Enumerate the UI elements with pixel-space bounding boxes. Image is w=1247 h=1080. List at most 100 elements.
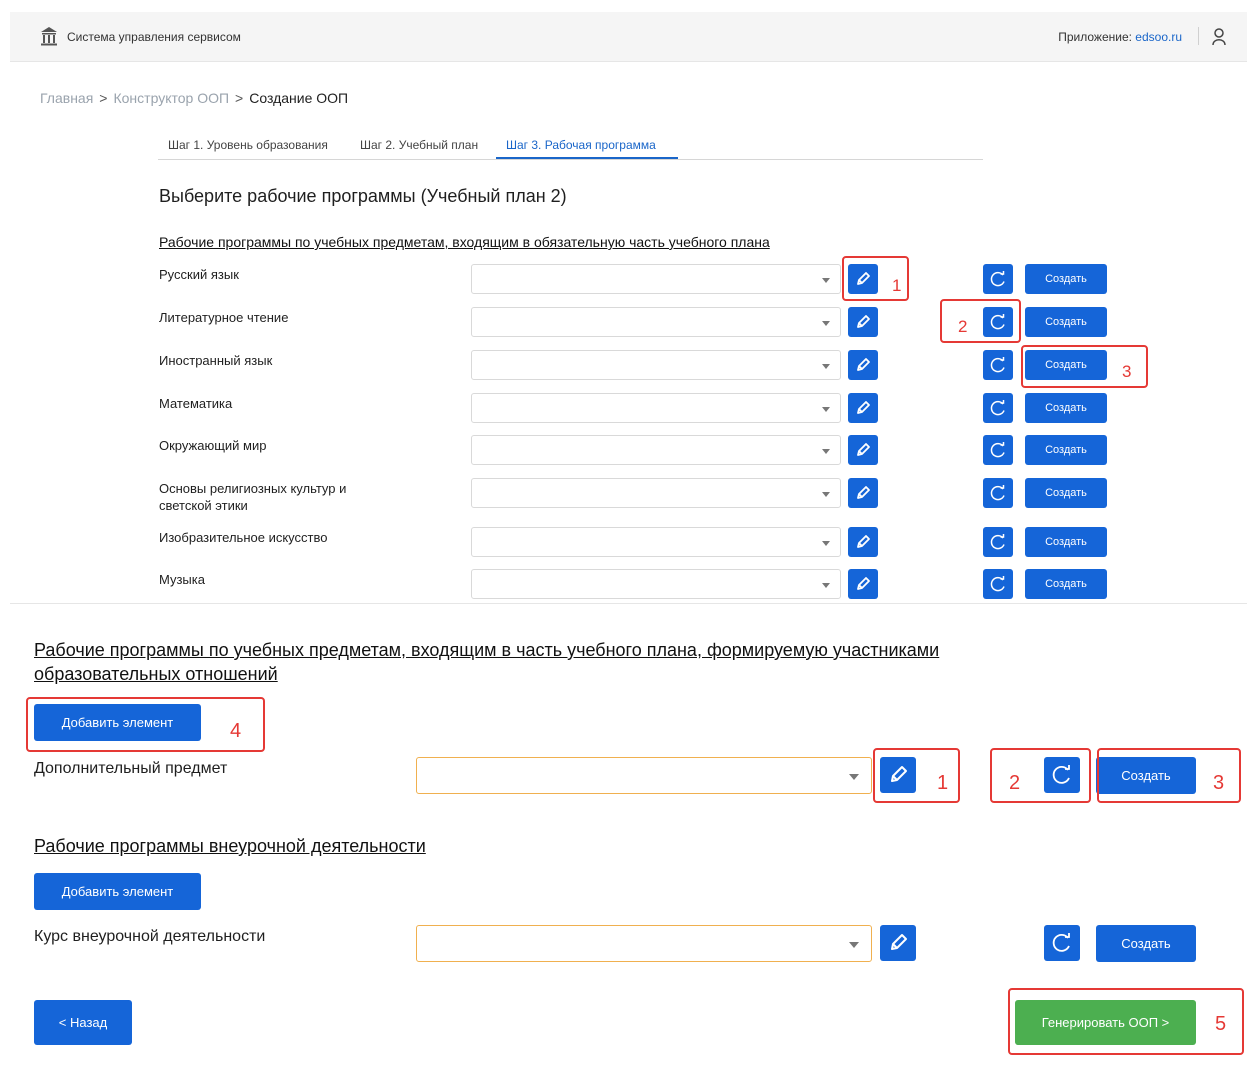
refresh-icon	[990, 485, 1005, 501]
pencil-icon	[857, 401, 870, 414]
program-select[interactable]	[471, 393, 841, 423]
annotation-number: 2	[1009, 772, 1021, 794]
create-button[interactable]: Создать	[1096, 925, 1196, 962]
refresh-button[interactable]	[983, 264, 1013, 294]
create-button[interactable]: Создать	[1025, 264, 1107, 294]
chevron-down-icon	[822, 321, 830, 326]
pencil-icon	[857, 486, 870, 499]
edit-button[interactable]	[848, 350, 878, 380]
tab-step-3[interactable]: Шаг 3. Рабочая программа	[506, 138, 656, 152]
chevron-down-icon	[822, 541, 830, 546]
add-element-button[interactable]: Добавить элемент	[34, 873, 201, 910]
extracurricular-course-select[interactable]	[416, 925, 872, 962]
program-select[interactable]	[471, 264, 841, 294]
pencil-icon	[857, 358, 870, 371]
formed-section-title: Рабочие программы по учебных предметам, …	[34, 640, 940, 684]
annotation-number: 2	[958, 317, 968, 336]
edit-button[interactable]	[848, 527, 878, 557]
annotation-number: 1	[937, 772, 949, 794]
chevron-down-icon	[822, 449, 830, 454]
pencil-icon	[891, 934, 907, 950]
user-icon[interactable]	[1211, 27, 1227, 47]
refresh-button[interactable]	[983, 435, 1013, 465]
extracurricular-section-title: Рабочие программы внеурочной деятельност…	[34, 836, 426, 856]
active-tab-indicator	[496, 157, 678, 159]
edit-button[interactable]	[848, 478, 878, 508]
annotation-box	[940, 299, 1021, 343]
refresh-icon	[990, 534, 1005, 550]
edit-button[interactable]	[848, 307, 878, 337]
chevron-down-icon	[849, 942, 859, 948]
chevron-down-icon	[822, 278, 830, 283]
subject-label: Литературное чтение	[159, 310, 289, 325]
program-select[interactable]	[471, 527, 841, 557]
tab-step-1[interactable]: Шаг 1. Уровень образования	[168, 138, 328, 152]
chevron-down-icon	[822, 407, 830, 412]
create-button[interactable]: Создать	[1025, 569, 1107, 599]
pencil-icon	[857, 577, 870, 590]
edit-button[interactable]	[848, 435, 878, 465]
breadcrumb-constructor[interactable]: Конструктор ООП	[113, 90, 229, 106]
additional-subject-select[interactable]	[416, 757, 872, 794]
subject-label: Иностранный язык	[159, 353, 273, 368]
back-button[interactable]: < Назад	[34, 1000, 132, 1045]
create-button[interactable]: Создать	[1025, 527, 1107, 557]
refresh-icon	[990, 442, 1005, 458]
subject-label: Музыка	[159, 572, 205, 587]
page-title: Выберите рабочие программы (Учебный план…	[159, 186, 567, 206]
refresh-button[interactable]	[983, 350, 1013, 380]
refresh-button[interactable]	[983, 478, 1013, 508]
mandatory-section-title: Рабочие программы по учебных предметам, …	[159, 234, 770, 250]
create-button[interactable]: Создать	[1025, 393, 1107, 423]
subject-label: Окружающий мир	[159, 438, 267, 453]
app-info: Приложение: edsoo.ru	[1058, 30, 1182, 44]
extracurricular-course-label: Курс внеурочной деятельности	[34, 928, 266, 945]
top-bar: Система управления сервисом Приложение: …	[10, 12, 1247, 62]
step-tabs: Шаг 1. Уровень образования Шаг 2. Учебны…	[158, 134, 983, 160]
program-select[interactable]	[471, 307, 841, 337]
refresh-icon	[990, 357, 1005, 373]
subject-label: Русский язык	[159, 267, 239, 282]
refresh-button[interactable]	[983, 569, 1013, 599]
app-name: Система управления сервисом	[67, 30, 241, 44]
pencil-icon	[857, 535, 870, 548]
annotation-number: 3	[1122, 362, 1132, 381]
program-select[interactable]	[471, 569, 841, 599]
create-button[interactable]: Создать	[1025, 307, 1107, 337]
chevron-down-icon	[822, 492, 830, 497]
create-button[interactable]: Создать	[1025, 478, 1107, 508]
additional-subject-label: Дополнительный предмет	[34, 760, 228, 777]
building-logo-icon	[41, 27, 57, 46]
refresh-icon	[990, 400, 1005, 416]
tab-step-2[interactable]: Шаг 2. Учебный план	[360, 138, 478, 152]
pencil-icon	[857, 443, 870, 456]
refresh-button[interactable]	[983, 393, 1013, 423]
program-select[interactable]	[471, 435, 841, 465]
annotation-number: 4	[230, 720, 242, 742]
subject-label: Изобразительное искусство	[159, 530, 328, 545]
edit-button[interactable]	[848, 569, 878, 599]
annotation-number: 5	[1215, 1013, 1227, 1035]
program-select[interactable]	[471, 350, 841, 380]
refresh-button[interactable]	[983, 527, 1013, 557]
pencil-icon	[857, 315, 870, 328]
refresh-icon	[1052, 933, 1070, 952]
refresh-icon	[990, 271, 1005, 287]
annotation-box	[990, 748, 1091, 803]
chevron-down-icon	[849, 774, 859, 780]
breadcrumb-home[interactable]: Главная	[40, 90, 93, 106]
create-button[interactable]: Создать	[1025, 435, 1107, 465]
breadcrumb-separator: >	[99, 90, 108, 106]
edit-button[interactable]	[880, 925, 916, 961]
app-link[interactable]: edsoo.ru	[1135, 30, 1182, 44]
annotation-number: 1	[892, 276, 902, 295]
program-select[interactable]	[471, 478, 841, 508]
section-divider	[10, 603, 1247, 604]
app-label: Приложение:	[1058, 30, 1132, 44]
refresh-button[interactable]	[1044, 925, 1080, 961]
header-divider	[1198, 27, 1199, 45]
subject-label: Основы религиозных культур и светской эт…	[159, 481, 347, 513]
edit-button[interactable]	[848, 393, 878, 423]
refresh-icon	[990, 576, 1005, 592]
annotation-box	[1008, 988, 1244, 1055]
